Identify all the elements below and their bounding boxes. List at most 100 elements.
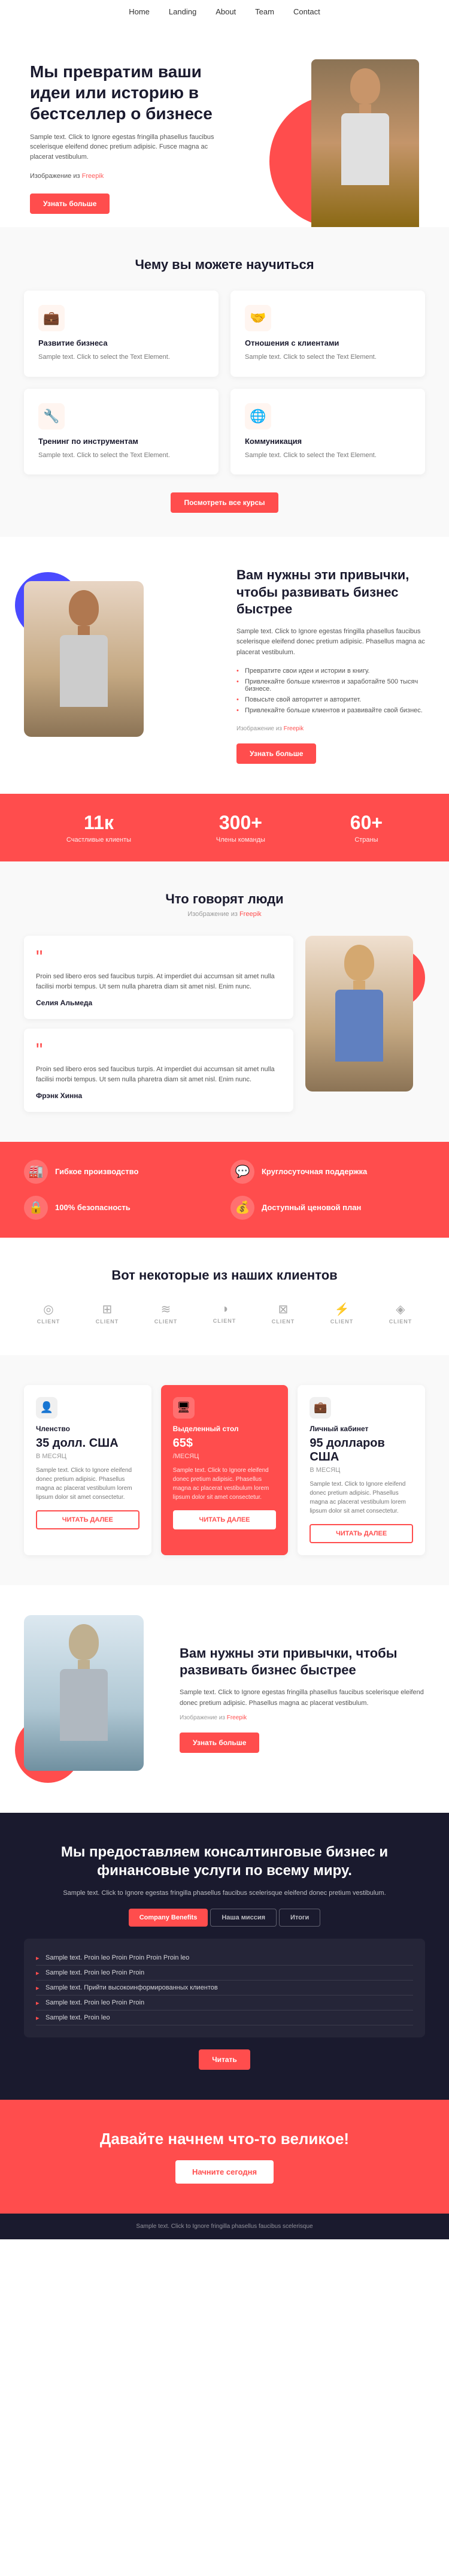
stats-section: 11к Счастливые клиенты 300+ Члены команд… [0,794,449,861]
cta-heading: Давайте начнем что-то великое! [24,2130,425,2148]
pricing-card-0: 👤 Членство 35 долл. США В МЕСЯЦ Sample t… [24,1385,151,1555]
nav-team[interactable]: Team [255,7,274,16]
nav-home[interactable]: Home [129,7,150,16]
nav-landing[interactable]: Landing [169,7,196,16]
feature-2: 🔒 100% безопасность [24,1196,219,1220]
habits-cta-button[interactable]: Узнать больше [236,743,316,764]
pricing-btn-1[interactable]: ЧИТАТЬ ДАЛЕЕ [173,1510,277,1529]
habits2-image-credit: Изображение из Freepik [180,1713,425,1723]
why-card-text-1: Sample text. Click to select the Text El… [245,352,411,362]
tab-mission[interactable]: Наша миссия [210,1909,277,1927]
pricing-btn-2[interactable]: ЧИТАТЬ ДАЛЕЕ [310,1524,413,1543]
consulting-section: Мы предоставляем консалтинговые бизнес и… [0,1813,449,2100]
why-card-icon-2: 🔧 [38,403,65,430]
client-name-2: Client [154,1319,178,1325]
pricing-cards-grid: 👤 Членство 35 долл. США В МЕСЯЦ Sample t… [24,1385,425,1555]
cta-section: Давайте начнем что-то великое! Начните с… [0,2100,449,2214]
quote-mark-0: " [36,948,281,967]
why-card-title-0: Развитие бизнеса [38,338,204,347]
pricing-btn-0[interactable]: ЧИТАТЬ ДАЛЕЕ [36,1510,139,1529]
client-logo-5: ⚡ Client [321,1301,363,1325]
pricing-card-2: 💼 Личный кабинет 95 долларов США В МЕСЯЦ… [298,1385,425,1555]
hero-person-image [311,59,419,227]
consulting-btn[interactable]: Читать [199,2049,250,2070]
why-card-text-3: Sample text. Click to select the Text El… [245,451,411,461]
habits-list-item-1: Привлекайте больше клиентов и заработайт… [236,676,425,694]
tab-company-benefits[interactable]: Company Benefits [129,1909,208,1927]
testimonial-0: " Proin sed libero eros sed faucibus tur… [24,936,293,1019]
feature-title-2: 100% безопасность [55,1203,131,1212]
consulting-item-2: Sample text. Прийти высокоинформированны… [36,1981,413,1996]
testimonials-person-image [305,936,413,1092]
habits-image-link[interactable]: Freepik [284,725,304,732]
clients-logos: ◎ Client ⊞ Client ≋ Client ◑ Client ⊠ Cl… [24,1301,425,1325]
nav-contact[interactable]: Contact [293,7,320,16]
why-cards-grid: 💼 Развитие бизнеса Sample text. Click to… [24,291,425,474]
why-card-0: 💼 Развитие бизнеса Sample text. Click to… [24,291,219,377]
habits-section: Вам нужны эти привычки, чтобы развивать … [0,537,449,794]
why-cta-wrap: Посмотреть все курсы [24,492,425,513]
why-card-icon-1: 🤝 [245,305,271,331]
pricing-title-1: Выделенный стол [173,1425,277,1433]
habits-image-area [24,581,213,749]
consulting-item-3: Sample text. Proin leo Proin Proin [36,1996,413,2010]
why-card-2: 🔧 Тренинг по инструментам Sample text. C… [24,389,219,475]
client-icon-0: ◎ [43,1302,53,1317]
why-card-title-2: Тренинг по инструментам [38,437,204,446]
testimonials-image-link[interactable]: Freepik [239,911,262,918]
hero-cta-button[interactable]: Узнать больше [30,193,110,214]
feature-icon-0: 🏭 [24,1160,48,1184]
testimonials-person-area [305,936,425,1092]
client-logo-4: ⊠ Client [262,1301,304,1325]
pricing-period-0: В МЕСЯЦ [36,1453,139,1460]
stat-number-0: 11к [66,812,131,834]
feature-1: 💬 Круглосуточная поддержка [230,1160,425,1184]
client-logo-3: ◑ Client [204,1301,245,1325]
pricing-price-1: 65$ [173,1437,277,1450]
stat-label-1: Члены команды [216,836,265,843]
habits2-cta-button[interactable]: Узнать больше [180,1733,259,1753]
testimonials-cards: " Proin sed libero eros sed faucibus tur… [24,936,293,1112]
hero-image-link[interactable]: Freepik [82,173,104,180]
consulting-list: Sample text. Proin leo Proin Proin Proin… [36,1951,413,2025]
footer: Sample text. Click to Ignore fringilla p… [0,2214,449,2239]
stat-0: 11к Счастливые клиенты [66,812,131,843]
cta-button[interactable]: Начните сегодня [175,2160,274,2184]
client-logo-2: ≋ Client [145,1301,187,1325]
testimonial-author-0: Селия Альмеда [36,999,281,1007]
stat-number-2: 60+ [350,812,383,834]
consulting-item-1: Sample text. Proin leo Proin Proin [36,1966,413,1981]
habits2-body: Sample text. Click to Ignore egestas fri… [180,1688,425,1709]
feature-icon-1: 💬 [230,1160,254,1184]
habits-person-wrap [24,581,156,749]
feature-text-1: Круглосуточная поддержка [262,1167,367,1176]
stat-number-1: 300+ [216,812,265,834]
testimonials-title: Что говорят люди [24,891,425,907]
stat-label-2: Страны [350,836,383,843]
client-icon-5: ⚡ [335,1302,350,1317]
client-name-1: Client [96,1319,119,1325]
testimonials-image-credit: Изображение из Freepik [24,911,425,918]
why-card-icon-3: 🌐 [245,403,271,430]
habits-heading: Вам нужны эти привычки, чтобы развивать … [236,567,425,618]
consulting-heading: Мы предоставляем консалтинговые бизнес и… [24,1843,425,1880]
habits2-person-image [24,1615,144,1771]
pricing-section: 👤 Членство 35 долл. США В МЕСЯЦ Sample t… [0,1355,449,1585]
pricing-price-0: 35 долл. США [36,1437,139,1450]
nav-about[interactable]: About [216,7,236,16]
habits2-section: Вам нужны эти привычки, чтобы развивать … [0,1585,449,1813]
why-card-title-3: Коммуникация [245,437,411,446]
feature-icon-3: 💰 [230,1196,254,1220]
why-card-3: 🌐 Коммуникация Sample text. Click to sel… [230,389,425,475]
habits2-image-link[interactable]: Freepik [227,1715,247,1721]
feature-title-3: Доступный ценовой план [262,1203,361,1212]
why-cta-button[interactable]: Посмотреть все курсы [171,492,278,513]
feature-title-1: Круглосуточная поддержка [262,1167,367,1176]
testimonial-text-0: Proin sed libero eros sed faucibus turpi… [36,972,281,993]
feature-text-0: Гибкое производство [55,1167,138,1176]
pricing-title-0: Членство [36,1425,139,1433]
clients-title: Вот некоторые из наших клиентов [24,1268,425,1283]
client-icon-1: ⊞ [102,1302,113,1317]
stat-label-0: Счастливые клиенты [66,836,131,843]
tab-results[interactable]: Итоги [279,1909,320,1927]
